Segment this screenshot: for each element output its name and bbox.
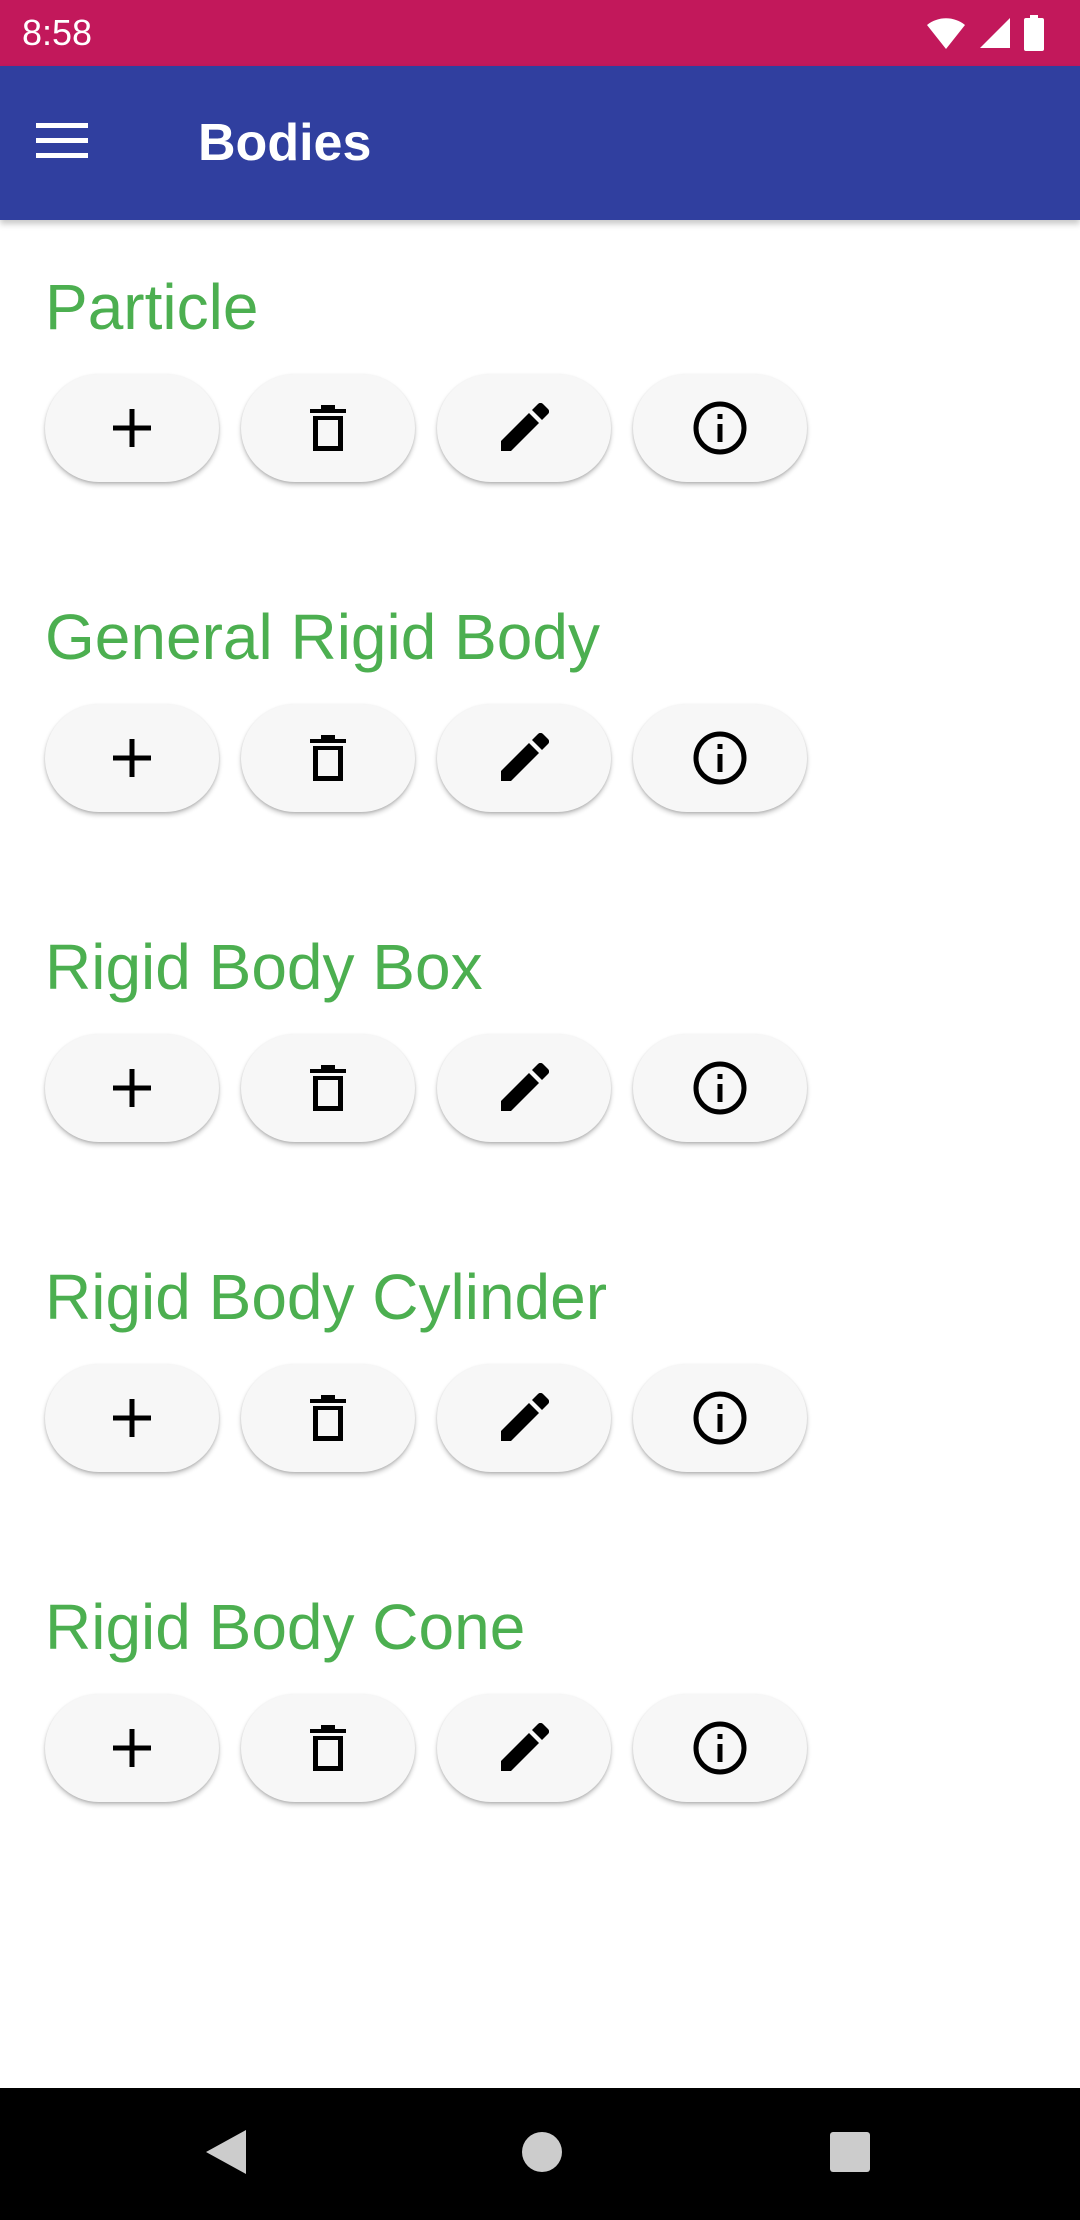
menu-button[interactable]: [36, 108, 118, 178]
wifi-icon: [926, 16, 966, 50]
add-icon: [111, 1397, 153, 1439]
back-icon: [204, 2128, 248, 2181]
battery-icon: [1024, 15, 1044, 51]
edit-button[interactable]: [437, 1694, 611, 1802]
body-section: General Rigid Body: [0, 550, 1080, 880]
edit-icon: [499, 403, 549, 453]
delete-button[interactable]: [241, 1694, 415, 1802]
info-icon: [693, 1391, 747, 1445]
delete-button[interactable]: [241, 374, 415, 482]
recents-icon: [829, 2131, 871, 2178]
body-section: Rigid Body Box: [0, 880, 1080, 1210]
body-section: Rigid Body Cylinder: [0, 1210, 1080, 1540]
bodies-screen: 8:58 Bodies Particle General Rigid Body …: [0, 0, 1080, 2220]
signal-icon: [978, 16, 1012, 50]
edit-icon: [499, 1063, 549, 1113]
info-button[interactable]: [633, 704, 807, 812]
add-icon: [111, 1727, 153, 1769]
section-title: Particle: [45, 271, 259, 343]
page-title: Bodies: [198, 114, 372, 172]
info-icon: [693, 731, 747, 785]
recents-button[interactable]: [814, 2118, 886, 2190]
home-icon: [521, 2131, 563, 2178]
add-button[interactable]: [45, 1694, 219, 1802]
info-button[interactable]: [633, 374, 807, 482]
info-icon: [693, 401, 747, 455]
section-actions: [45, 1364, 807, 1472]
delete-button[interactable]: [241, 1034, 415, 1142]
section-title: Rigid Body Cone: [45, 1591, 526, 1663]
info-icon: [693, 1061, 747, 1115]
body-section: Rigid Body Cone: [0, 1540, 1080, 1870]
edit-icon: [499, 733, 549, 783]
delete-icon: [310, 1725, 346, 1771]
info-button[interactable]: [633, 1364, 807, 1472]
edit-icon: [499, 1723, 549, 1773]
section-actions: [45, 704, 807, 812]
edit-button[interactable]: [437, 374, 611, 482]
delete-button[interactable]: [241, 704, 415, 812]
edit-icon: [499, 1393, 549, 1443]
bodies-list: Particle General Rigid Body Rigid Body Box…: [0, 220, 1080, 2088]
add-button[interactable]: [45, 1034, 219, 1142]
section-actions: [45, 374, 807, 482]
add-button[interactable]: [45, 704, 219, 812]
add-icon: [111, 407, 153, 449]
home-button[interactable]: [506, 2118, 578, 2190]
delete-icon: [310, 1395, 346, 1441]
add-icon: [111, 737, 153, 779]
edit-button[interactable]: [437, 1364, 611, 1472]
section-actions: [45, 1694, 807, 1802]
edit-button[interactable]: [437, 1034, 611, 1142]
app-bar: Bodies: [0, 66, 1080, 220]
edit-button[interactable]: [437, 704, 611, 812]
section-title: Rigid Body Cylinder: [45, 1261, 608, 1333]
back-button[interactable]: [190, 2118, 262, 2190]
add-button[interactable]: [45, 374, 219, 482]
section-title: General Rigid Body: [45, 601, 600, 673]
section-actions: [45, 1034, 807, 1142]
info-button[interactable]: [633, 1694, 807, 1802]
body-section: Particle: [0, 220, 1080, 550]
delete-icon: [310, 735, 346, 781]
navigation-bar: [0, 2088, 1080, 2220]
status-time: 8:58: [22, 12, 93, 53]
status-bar: 8:58: [0, 0, 1080, 66]
delete-icon: [310, 1065, 346, 1111]
info-icon: [693, 1721, 747, 1775]
add-button[interactable]: [45, 1364, 219, 1472]
add-icon: [111, 1067, 153, 1109]
delete-icon: [310, 405, 346, 451]
status-icons: [926, 14, 1044, 52]
section-title: Rigid Body Box: [45, 931, 483, 1003]
menu-icon: [36, 122, 88, 164]
delete-button[interactable]: [241, 1364, 415, 1472]
info-button[interactable]: [633, 1034, 807, 1142]
